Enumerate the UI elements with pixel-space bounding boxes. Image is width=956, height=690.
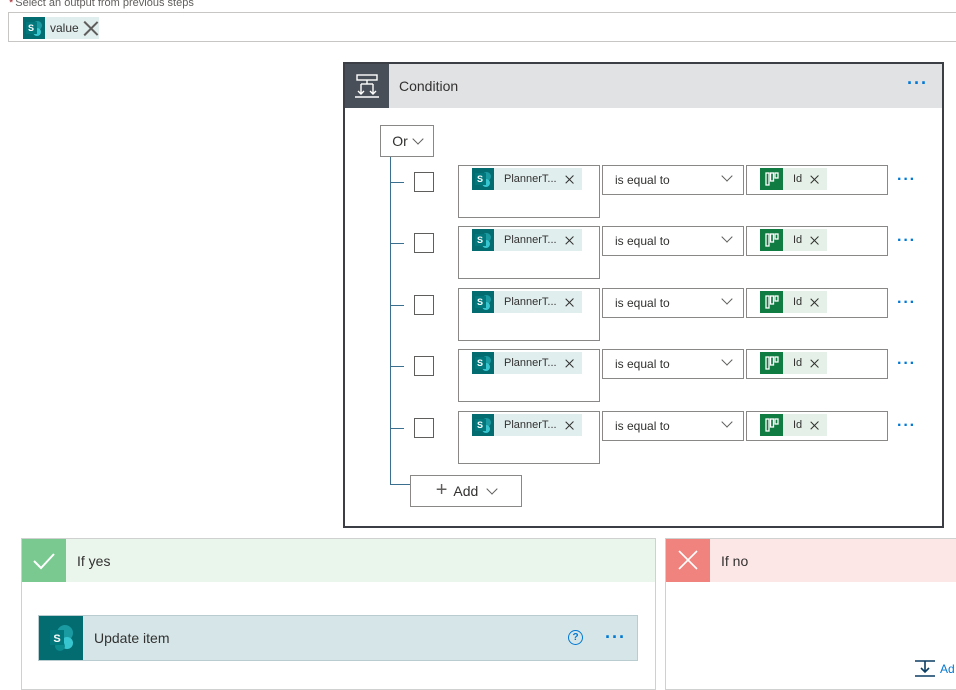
- add-action-icon: [915, 660, 935, 677]
- remove-token-icon[interactable]: [810, 175, 819, 184]
- row-more-menu-icon[interactable]: ···: [897, 233, 916, 249]
- right-operand-field[interactable]: Id: [746, 288, 888, 318]
- condition-card: Condition ··· Or S PlannerT... is equal …: [343, 62, 944, 528]
- id-token[interactable]: Id: [760, 291, 828, 313]
- row-checkbox[interactable]: [414, 356, 434, 376]
- planner-token[interactable]: S PlannerT...: [472, 352, 582, 374]
- if-yes-branch: If yes S Update item ? ···: [21, 538, 656, 690]
- help-icon[interactable]: ?: [568, 630, 583, 645]
- update-item-title: Update item: [94, 630, 170, 646]
- if-yes-title: If yes: [77, 553, 111, 569]
- id-token[interactable]: Id: [760, 168, 828, 190]
- condition-tree-line: [390, 157, 391, 484]
- planner-icon: [760, 168, 783, 190]
- close-icon: [666, 539, 710, 582]
- condition-header[interactable]: Condition ···: [345, 64, 942, 108]
- id-token[interactable]: Id: [760, 414, 828, 436]
- group-operator-dropdown[interactable]: Or: [380, 125, 434, 157]
- select-output-label: * Select an output from previous steps: [9, 0, 194, 9]
- remove-token-icon[interactable]: [565, 175, 574, 184]
- if-yes-header[interactable]: If yes: [22, 539, 655, 582]
- remove-token-icon[interactable]: [565, 236, 574, 245]
- right-operand-field[interactable]: Id: [746, 226, 888, 256]
- row-more-menu-icon[interactable]: ···: [897, 295, 916, 311]
- if-no-title: If no: [721, 553, 749, 569]
- row-checkbox[interactable]: [414, 172, 434, 192]
- id-token[interactable]: Id: [760, 229, 828, 251]
- add-condition-button[interactable]: + Add: [410, 475, 522, 507]
- remove-token-icon[interactable]: [810, 421, 819, 430]
- row-more-menu-icon[interactable]: ···: [897, 172, 916, 188]
- tree-branch: [390, 484, 410, 485]
- update-item-action[interactable]: S Update item ? ···: [38, 615, 638, 661]
- action-more-menu-icon[interactable]: ···: [605, 628, 626, 646]
- svg-text:S: S: [53, 633, 60, 645]
- condition-title: Condition: [399, 78, 459, 94]
- tree-branch: [390, 243, 404, 244]
- tree-branch: [390, 366, 404, 367]
- planner-token[interactable]: S PlannerT...: [472, 414, 582, 436]
- remove-token-icon[interactable]: [810, 298, 819, 307]
- chevron-down-icon: [721, 416, 733, 428]
- planner-icon: [760, 291, 783, 313]
- sharepoint-icon: S: [23, 17, 45, 39]
- left-operand-field[interactable]: S PlannerT...: [458, 411, 600, 464]
- add-action-button[interactable]: Ad: [914, 660, 955, 678]
- operator-dropdown[interactable]: is equal to: [602, 288, 744, 318]
- remove-token-icon[interactable]: [565, 298, 574, 307]
- remove-token-icon[interactable]: [565, 359, 574, 368]
- operator-dropdown[interactable]: is equal to: [602, 349, 744, 379]
- checkmark-icon: [22, 539, 66, 582]
- operator-dropdown[interactable]: is equal to: [602, 226, 744, 256]
- row-checkbox[interactable]: [414, 295, 434, 315]
- value-token-label: value: [50, 21, 79, 35]
- select-output-field[interactable]: S value: [8, 12, 956, 42]
- planner-icon: [760, 414, 783, 436]
- planner-token[interactable]: S PlannerT...: [472, 291, 582, 313]
- chevron-down-icon: [412, 133, 424, 145]
- sharepoint-icon: S: [472, 168, 494, 190]
- if-no-header[interactable]: If no: [666, 539, 956, 582]
- left-operand-field[interactable]: S PlannerT...: [458, 349, 600, 402]
- chevron-down-icon: [721, 354, 733, 366]
- chevron-down-icon: [721, 231, 733, 243]
- sharepoint-icon: S: [472, 352, 494, 374]
- remove-token-icon[interactable]: [565, 421, 574, 430]
- if-no-branch: If no: [665, 538, 956, 690]
- right-operand-field[interactable]: Id: [746, 165, 888, 195]
- row-checkbox[interactable]: [414, 418, 434, 438]
- left-operand-field[interactable]: S PlannerT...: [458, 226, 600, 279]
- operator-dropdown[interactable]: is equal to: [602, 411, 744, 441]
- planner-token[interactable]: S PlannerT...: [472, 168, 582, 190]
- planner-token[interactable]: S PlannerT...: [472, 229, 582, 251]
- remove-token-icon[interactable]: [810, 236, 819, 245]
- row-more-menu-icon[interactable]: ···: [897, 418, 916, 434]
- right-operand-field[interactable]: Id: [746, 411, 888, 441]
- remove-token-icon[interactable]: [810, 359, 819, 368]
- chevron-down-icon: [721, 293, 733, 305]
- condition-icon: [345, 64, 389, 108]
- remove-token-icon[interactable]: [83, 20, 99, 36]
- operator-dropdown[interactable]: is equal to: [602, 165, 744, 195]
- chevron-down-icon: [486, 483, 498, 495]
- planner-icon: [760, 229, 783, 251]
- tree-branch: [390, 428, 404, 429]
- sharepoint-icon: S: [472, 291, 494, 313]
- id-token[interactable]: Id: [760, 352, 828, 374]
- sharepoint-icon: S: [39, 616, 83, 660]
- plus-icon: +: [435, 479, 448, 501]
- sharepoint-icon: S: [472, 229, 494, 251]
- row-more-menu-icon[interactable]: ···: [897, 356, 916, 372]
- value-token[interactable]: S value: [23, 17, 99, 39]
- tree-branch: [390, 182, 404, 183]
- condition-more-menu-icon[interactable]: ···: [907, 74, 928, 92]
- chevron-down-icon: [721, 170, 733, 182]
- row-checkbox[interactable]: [414, 233, 434, 253]
- left-operand-field[interactable]: S PlannerT...: [458, 288, 600, 341]
- tree-branch: [390, 305, 404, 306]
- right-operand-field[interactable]: Id: [746, 349, 888, 379]
- sharepoint-icon: S: [472, 414, 494, 436]
- left-operand-field[interactable]: S PlannerT...: [458, 165, 600, 218]
- planner-icon: [760, 352, 783, 374]
